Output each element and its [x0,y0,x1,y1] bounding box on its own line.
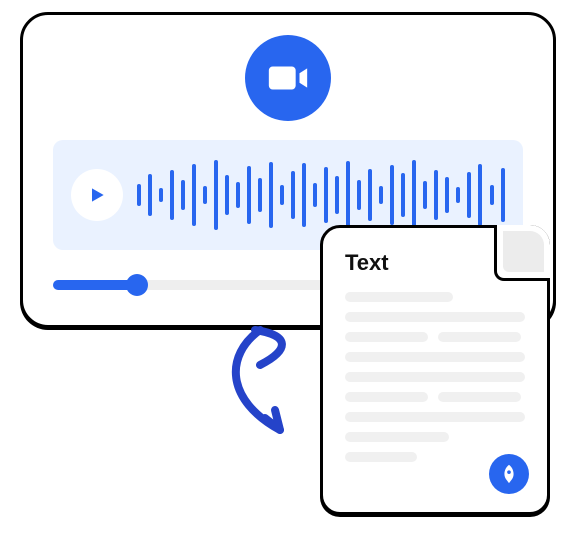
play-button[interactable] [71,169,123,221]
document-body [345,292,525,462]
waveform-bar [291,171,295,219]
rocket-icon [489,454,529,494]
waveform-bar [379,186,383,204]
waveform-bar [181,180,185,210]
transcript-document: Text [320,225,550,515]
audio-waveform [137,160,505,230]
waveform-bar [390,165,394,225]
waveform-bar [258,178,262,212]
page-fold-icon [494,225,550,281]
video-camera-icon [245,35,331,121]
waveform-bar [490,185,494,205]
waveform-bar [401,173,405,217]
waveform-bar [236,182,240,208]
waveform-bar [368,169,372,221]
waveform-bar [412,160,416,230]
waveform-bar [467,172,471,218]
waveform-bar [203,186,207,204]
waveform-bar [280,185,284,205]
waveform-bar [159,188,163,202]
waveform-bar [247,166,251,224]
waveform-bar [335,176,339,214]
waveform-bar [148,174,152,216]
waveform-bar [225,175,229,215]
audio-progress-thumb[interactable] [126,274,148,296]
waveform-bar [445,177,449,213]
waveform-bar [302,163,306,227]
waveform-bar [456,187,460,203]
waveform-bar [501,168,505,222]
waveform-bar [434,170,438,220]
waveform-bar [313,183,317,207]
illustration-stage: Text [0,0,584,537]
waveform-bar [192,164,196,226]
waveform-bar [423,181,427,209]
waveform-bar [478,164,482,226]
waveform-bar [214,160,218,230]
waveform-bar [357,180,361,210]
waveform-bar [137,184,141,206]
audio-progress-track[interactable] [53,280,353,290]
conversion-arrow-icon [205,320,325,450]
waveform-bar [269,162,273,228]
waveform-bar [346,161,350,229]
waveform-bar [324,167,328,223]
audio-progress-fill [53,280,137,290]
waveform-bar [170,170,174,220]
